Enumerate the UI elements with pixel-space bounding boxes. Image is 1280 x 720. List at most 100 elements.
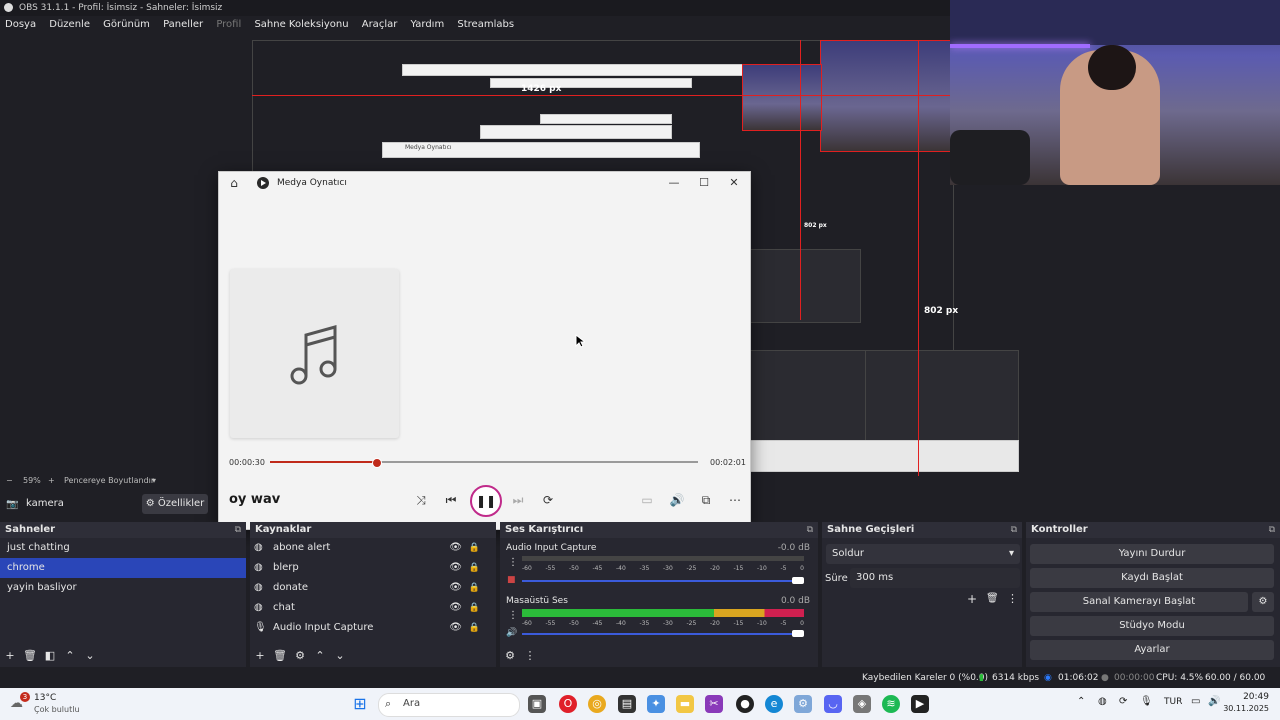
repeat-icon[interactable]: ⟳ — [538, 490, 558, 510]
remove-source-button[interactable]: 🗑 — [270, 645, 290, 667]
captions-icon[interactable]: ▭ — [637, 490, 657, 510]
menu-yardim[interactable]: Yardım — [411, 19, 445, 30]
menu-paneller[interactable]: Paneller — [163, 19, 203, 30]
start-virtual-camera-button[interactable]: Sanal Kamerayı Başlat — [1030, 592, 1248, 612]
lock-icon[interactable]: 🔒 — [469, 538, 480, 558]
opera-icon[interactable]: O — [559, 695, 577, 713]
virtual-camera-settings-icon[interactable]: ⚙ — [1252, 592, 1274, 612]
transition-menu-icon[interactable]: ⋮ — [1007, 592, 1018, 605]
miniplayer-icon[interactable]: ⧉ — [696, 490, 716, 510]
clock-date[interactable]: 30.11.2025 — [1222, 704, 1269, 713]
snipping-tool-icon[interactable]: ✂ — [705, 695, 723, 713]
transition-select[interactable]: Soldur ▾ — [826, 544, 1020, 564]
move-down-button[interactable]: ⌄ — [80, 645, 100, 667]
file-explorer-icon[interactable]: ▬ — [676, 695, 694, 713]
eye-icon[interactable]: 👁 — [449, 578, 462, 598]
zoom-in-button[interactable]: + — [48, 476, 55, 485]
move-up-button[interactable]: ⌃ — [310, 645, 330, 667]
media-player-taskbar-icon[interactable]: ▶ — [911, 695, 929, 713]
source-item[interactable]: ◍ donate 👁 🔒 — [250, 578, 496, 598]
seek-thumb[interactable] — [372, 458, 383, 468]
obs-taskbar-icon[interactable]: ● — [736, 695, 754, 713]
scene-item[interactable]: just chatting — [0, 538, 246, 558]
move-up-button[interactable]: ⌃ — [60, 645, 80, 667]
lock-icon[interactable]: 🔒 — [469, 578, 480, 598]
source-item[interactable]: 🎙 Audio Input Capture 👁 🔒 — [250, 618, 496, 638]
menu-profil[interactable]: Profil — [216, 19, 241, 30]
lock-icon[interactable]: 🔒 — [469, 558, 480, 578]
chrome-icon[interactable]: ◎ — [588, 695, 606, 713]
remove-transition-button[interactable]: 🗑 — [986, 593, 999, 604]
start-recording-button[interactable]: Kaydı Başlat — [1030, 568, 1274, 588]
settings-button[interactable]: Ayarlar — [1030, 640, 1274, 660]
scene-item[interactable]: yayin basliyor — [0, 578, 246, 598]
muted-speaker-icon[interactable]: ■ — [507, 575, 516, 585]
eye-icon[interactable]: 👁 — [449, 538, 462, 558]
menu-sahne-koleksiyonu[interactable]: Sahne Koleksiyonu — [254, 19, 348, 30]
menu-gorunum[interactable]: Görünüm — [103, 19, 150, 30]
home-icon[interactable]: ⌂ — [227, 176, 241, 190]
start-windows-icon[interactable]: ⊞ — [351, 695, 369, 713]
copilot-icon[interactable]: ✦ — [647, 695, 665, 713]
undock-icon[interactable]: ⧉ — [807, 522, 813, 538]
app-icon[interactable]: ◈ — [853, 695, 871, 713]
remove-scene-button[interactable]: 🗑 — [20, 645, 40, 667]
zoom-dropdown-icon[interactable]: ▾ — [152, 476, 156, 485]
duration-input[interactable]: 300 ms — [850, 568, 1020, 588]
menu-dosya[interactable]: Dosya — [5, 19, 36, 30]
seek-bar[interactable] — [270, 458, 698, 468]
weather-widget[interactable]: ☁ 3 — [8, 692, 30, 714]
undock-icon[interactable]: ⧉ — [1011, 522, 1017, 538]
zoom-out-button[interactable]: − — [6, 476, 13, 485]
volume-knob[interactable] — [792, 577, 804, 584]
task-view-icon[interactable]: ▣ — [528, 695, 546, 713]
maximize-button[interactable]: ☐ — [693, 175, 715, 191]
menu-araclar[interactable]: Araçlar — [362, 19, 398, 30]
search-box[interactable]: ⌕ Ara — [378, 693, 520, 717]
shuffle-icon[interactable]: ⤨ — [411, 490, 431, 510]
zoom-mode[interactable]: Pencereye Boyutlandır — [64, 476, 154, 485]
network-icon[interactable]: ▭ — [1191, 696, 1200, 707]
add-scene-button[interactable]: + — [0, 645, 20, 667]
undock-icon[interactable]: ⧉ — [1269, 522, 1275, 538]
volume-knob[interactable] — [792, 630, 804, 637]
source-item[interactable]: ◍ blerp 👁 🔒 — [250, 558, 496, 578]
add-transition-button[interactable]: + — [967, 592, 977, 606]
source-item[interactable]: ◍ chat 👁 🔒 — [250, 598, 496, 618]
scene-item-selected[interactable]: chrome — [0, 558, 246, 578]
edge-icon[interactable]: e — [765, 695, 783, 713]
undock-icon[interactable]: ⧉ — [235, 522, 241, 538]
minimize-button[interactable]: — — [663, 175, 685, 191]
language-indicator[interactable]: TUR — [1164, 697, 1182, 707]
close-button[interactable]: ✕ — [723, 175, 745, 191]
properties-button[interactable]: ⚙ Özellikler — [142, 494, 208, 514]
previous-icon[interactable]: ⏮ — [441, 490, 461, 510]
source-properties-button[interactable]: ⚙ — [290, 645, 310, 667]
spotify-icon[interactable]: ≋ — [882, 695, 900, 713]
tray-chevron-icon[interactable]: ⌃ — [1077, 696, 1085, 707]
menu-streamlabs[interactable]: Streamlabs — [457, 19, 514, 30]
mixer-menu-icon[interactable]: ⋮ — [520, 645, 540, 667]
microphone-tray-icon[interactable]: 🎙 — [1140, 696, 1153, 707]
lock-icon[interactable]: 🔒 — [469, 598, 480, 618]
volume-icon[interactable]: 🔊 — [667, 490, 687, 510]
lock-icon[interactable]: 🔒 — [469, 618, 480, 638]
speaker-icon[interactable]: 🔊 — [506, 628, 517, 638]
channel-menu-icon[interactable]: ⋮ — [508, 557, 518, 568]
move-down-button[interactable]: ⌄ — [330, 645, 350, 667]
studio-mode-button[interactable]: Stüdyo Modu — [1030, 616, 1274, 636]
clock-time[interactable]: 20:49 — [1229, 692, 1269, 702]
app-icon[interactable]: ▤ — [618, 695, 636, 713]
channel-menu-icon[interactable]: ⋮ — [508, 610, 518, 621]
stop-stream-button[interactable]: Yayını Durdur — [1030, 544, 1274, 564]
tray-icon[interactable]: ⟳ — [1119, 696, 1127, 707]
volume-slider[interactable] — [522, 577, 804, 584]
media-player-window[interactable]: ⌂ Medya Oynatıcı — ☐ ✕ 00:00:30 00:02:01… — [218, 171, 751, 530]
advanced-audio-icon[interactable]: ⚙ — [500, 645, 520, 667]
tray-icon[interactable]: ◍ — [1098, 696, 1107, 707]
volume-slider[interactable] — [522, 630, 804, 637]
discord-icon[interactable]: ◡ — [824, 695, 842, 713]
scene-filters-button[interactable]: ◧ — [40, 645, 60, 667]
eye-icon[interactable]: 👁 — [449, 598, 462, 618]
add-source-button[interactable]: + — [250, 645, 270, 667]
